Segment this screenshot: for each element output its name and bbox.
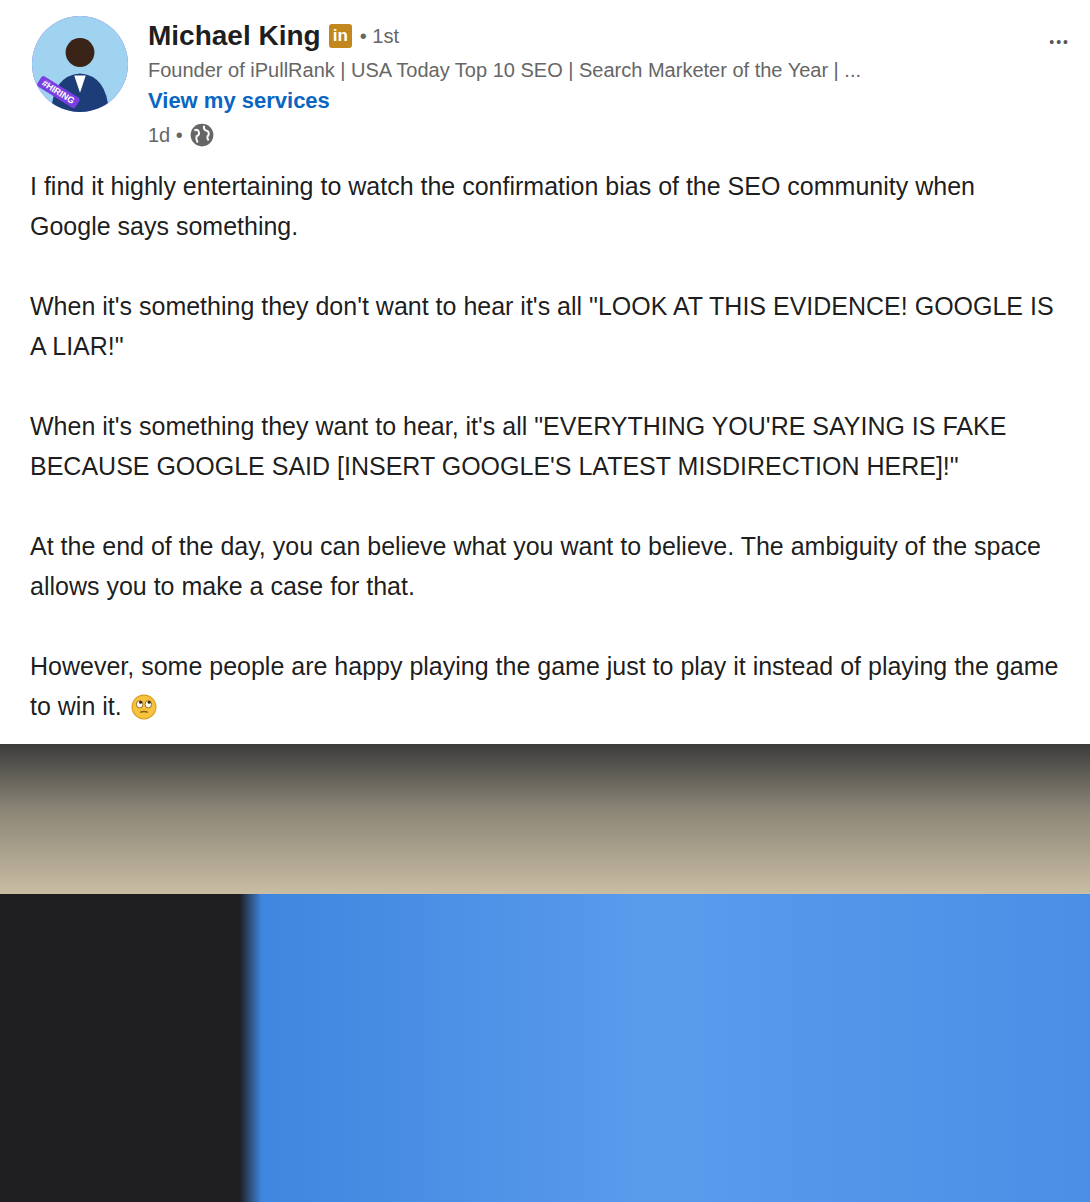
post-time: 1d • <box>148 124 183 147</box>
more-menu-button[interactable]: ••• <box>1049 16 1070 50</box>
post-paragraph: At the end of the day, you can believe w… <box>30 526 1062 606</box>
post-paragraph: However, some people are happy playing t… <box>30 646 1062 726</box>
ceiling-area <box>0 744 1090 894</box>
author-meta: Michael King in • 1st Founder of iPullRank … <box>148 16 1029 152</box>
post-paragraph: When it's something they want to hear, i… <box>30 406 1062 486</box>
globe-icon <box>189 122 215 148</box>
post-image[interactable] <box>0 744 1090 1202</box>
author-headline: Founder of iPullRank | USA Today Top 10 … <box>148 56 1029 84</box>
screen-area <box>0 894 1090 1202</box>
linkedin-post: #HIRING Michael King in • 1st Founder of iPu… <box>0 0 1090 1202</box>
post-paragraph: When it's something they don't want to h… <box>30 286 1062 366</box>
post-header: #HIRING Michael King in • 1st Founder of iPu… <box>0 0 1090 152</box>
connection-degree: • 1st <box>360 25 399 48</box>
rolling-eyes-emoji-icon <box>131 694 157 720</box>
author-name[interactable]: Michael King <box>148 20 321 52</box>
premium-badge: in <box>329 24 352 48</box>
time-row: 1d • <box>148 118 1029 152</box>
person-icon <box>32 16 128 112</box>
post-paragraph: I find it highly entertaining to watch t… <box>30 166 1062 246</box>
author-avatar[interactable]: #HIRING <box>32 16 128 112</box>
view-services-link[interactable]: View my services <box>148 84 1029 118</box>
name-row: Michael King in • 1st <box>148 16 1029 56</box>
post-body: I find it highly entertaining to watch t… <box>0 152 1090 726</box>
